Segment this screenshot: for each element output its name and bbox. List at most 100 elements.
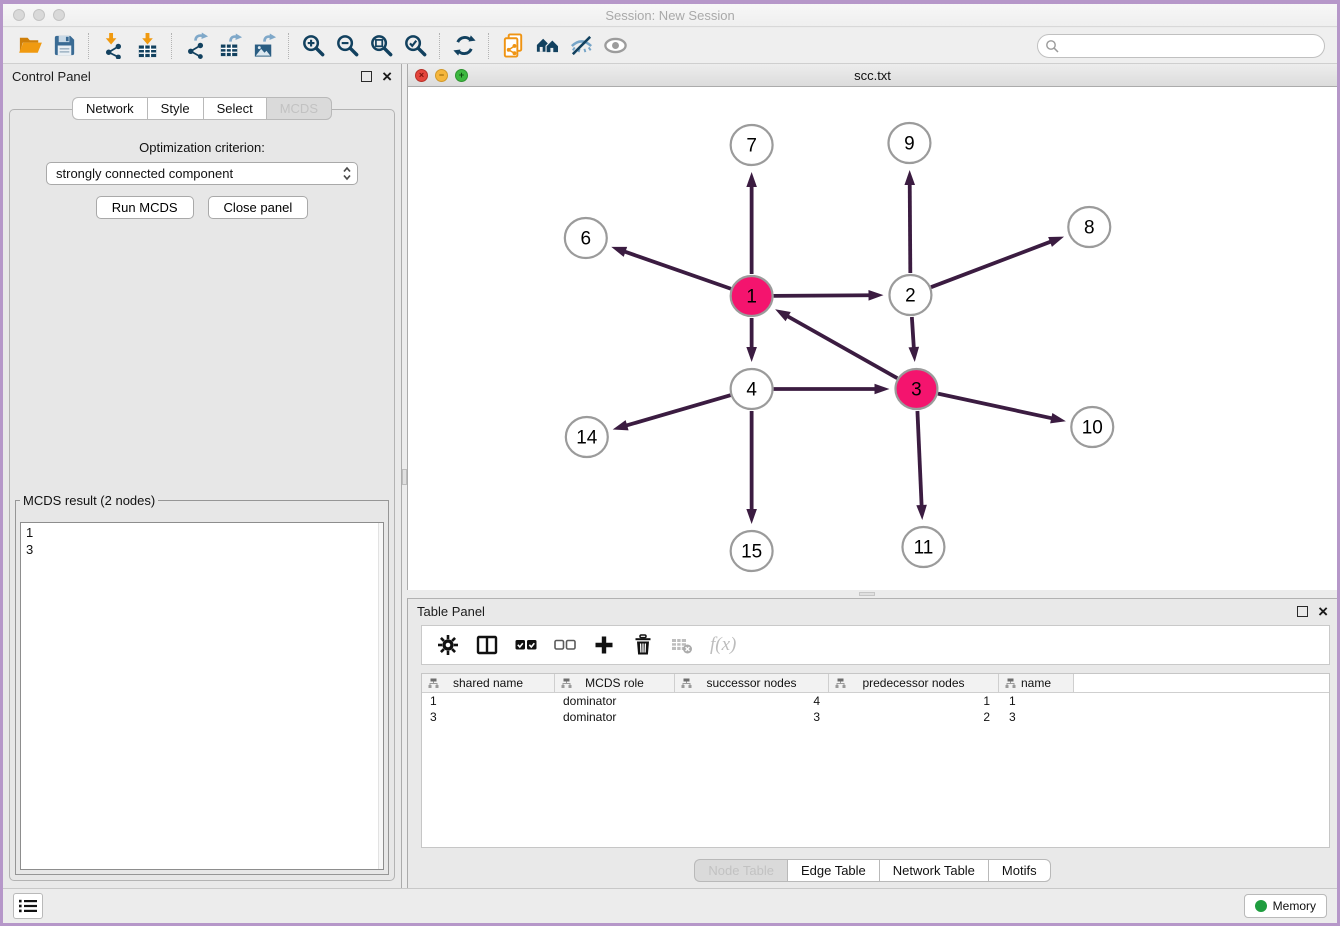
close-panel-icon[interactable]: × bbox=[382, 71, 392, 82]
new-network-from-selection-button[interactable] bbox=[496, 31, 530, 61]
cell-shared-name[interactable]: 3 bbox=[422, 709, 555, 725]
zoom-fit-button[interactable] bbox=[364, 31, 398, 61]
graph-node-2[interactable]: 2 bbox=[889, 275, 931, 315]
cell-MCDS-role[interactable]: dominator bbox=[555, 693, 675, 709]
float-panel-icon[interactable] bbox=[361, 71, 372, 82]
zoom-selected-icon bbox=[402, 32, 429, 59]
tab-mcds[interactable]: MCDS bbox=[266, 97, 332, 120]
first-neighbors-houses-icon bbox=[534, 32, 561, 59]
memory-status-icon bbox=[1255, 900, 1267, 912]
tab-network-table[interactable]: Network Table bbox=[879, 859, 988, 882]
import-table-button[interactable] bbox=[130, 31, 164, 61]
cell-MCDS-role[interactable]: dominator bbox=[555, 709, 675, 725]
cell-successor-nodes[interactable]: 3 bbox=[675, 709, 829, 725]
cell-predecessor-nodes[interactable]: 2 bbox=[829, 709, 999, 725]
graph-edge-2-8[interactable] bbox=[931, 237, 1064, 288]
graph-edge-3-1[interactable] bbox=[775, 309, 897, 378]
zoom-out-button[interactable] bbox=[330, 31, 364, 61]
cell-shared-name[interactable]: 1 bbox=[422, 693, 555, 709]
tab-select[interactable]: Select bbox=[203, 97, 266, 120]
export-table-button[interactable] bbox=[213, 31, 247, 61]
column-selector-button[interactable] bbox=[476, 634, 498, 656]
column-header-successor-nodes[interactable]: successor nodes bbox=[675, 674, 829, 692]
graph-node-14[interactable]: 14 bbox=[566, 417, 608, 457]
close-panel-icon[interactable]: × bbox=[1318, 606, 1328, 617]
column-header-shared-name[interactable]: shared name bbox=[422, 674, 555, 692]
tab-network[interactable]: Network bbox=[72, 97, 147, 120]
cell-name[interactable]: 1 bbox=[999, 693, 1074, 709]
result-scrollbar[interactable] bbox=[378, 523, 383, 869]
tab-edge-table[interactable]: Edge Table bbox=[787, 859, 879, 882]
graph-node-11[interactable]: 11 bbox=[902, 527, 944, 567]
cell-name[interactable]: 3 bbox=[999, 709, 1074, 725]
graph-edge-3-11[interactable] bbox=[916, 411, 927, 520]
memory-button[interactable]: Memory bbox=[1244, 894, 1327, 918]
graph-node-9[interactable]: 9 bbox=[888, 123, 930, 163]
add-row-button[interactable] bbox=[593, 634, 615, 656]
export-network-button[interactable] bbox=[179, 31, 213, 61]
graph-node-8[interactable]: 8 bbox=[1068, 207, 1110, 247]
column-header-MCDS-role[interactable]: MCDS role bbox=[555, 674, 675, 692]
table-row[interactable]: 1dominator411 bbox=[422, 693, 1329, 709]
cell-successor-nodes[interactable]: 4 bbox=[675, 693, 829, 709]
horizontal-split-divider[interactable] bbox=[407, 590, 1337, 598]
trash-icon bbox=[632, 634, 654, 656]
column-header-predecessor-nodes[interactable]: predecessor nodes bbox=[829, 674, 999, 692]
mcds-result-list[interactable]: 1 3 bbox=[20, 522, 384, 870]
refresh-button[interactable] bbox=[447, 31, 481, 61]
graph-canvas[interactable]: 7 9 6 8 1 2 4 3 14 10 15 11 bbox=[408, 87, 1337, 590]
network-canvas[interactable]: 7 9 6 8 1 2 4 3 14 10 15 11 bbox=[408, 87, 1337, 590]
status-bar: Memory bbox=[3, 888, 1337, 923]
open-session-button[interactable] bbox=[13, 31, 47, 61]
graph-node-4[interactable]: 4 bbox=[731, 369, 773, 409]
table-row[interactable]: 3dominator323 bbox=[422, 709, 1329, 725]
table-body: 1dominator4113dominator323 bbox=[422, 693, 1329, 725]
float-panel-icon[interactable] bbox=[1297, 606, 1308, 617]
search-field[interactable] bbox=[1037, 34, 1325, 58]
close-panel-button[interactable]: Close panel bbox=[208, 196, 309, 219]
graph-node-15[interactable]: 15 bbox=[731, 531, 773, 571]
zoom-in-button[interactable] bbox=[296, 31, 330, 61]
zoom-selected-button[interactable] bbox=[398, 31, 432, 61]
app-titlebar: Session: New Session bbox=[3, 4, 1337, 27]
graph-edge-1-2[interactable] bbox=[774, 290, 884, 301]
deselect-all-button[interactable] bbox=[554, 634, 576, 656]
graph-edge-3-10[interactable] bbox=[938, 394, 1066, 424]
node-table: shared nameMCDS rolesuccessor nodesprede… bbox=[421, 673, 1330, 848]
graph-edge-2-9[interactable] bbox=[904, 170, 915, 273]
graph-node-10[interactable]: 10 bbox=[1071, 407, 1113, 447]
show-all-button[interactable] bbox=[598, 31, 632, 61]
cell-predecessor-nodes[interactable]: 1 bbox=[829, 693, 999, 709]
task-history-button[interactable] bbox=[13, 893, 43, 919]
import-network-button[interactable] bbox=[96, 31, 130, 61]
tab-node-table[interactable]: Node Table bbox=[694, 859, 787, 882]
run-mcds-button[interactable]: Run MCDS bbox=[96, 196, 194, 219]
save-session-button[interactable] bbox=[47, 31, 81, 61]
search-input[interactable] bbox=[1064, 39, 1324, 53]
delete-row-button[interactable] bbox=[632, 634, 654, 656]
hide-selected-button[interactable] bbox=[564, 31, 598, 61]
graph-node-7[interactable]: 7 bbox=[731, 125, 773, 165]
tab-motifs[interactable]: Motifs bbox=[988, 859, 1051, 882]
graph-edge-4-3[interactable] bbox=[774, 384, 890, 395]
graph-node-3[interactable]: 3 bbox=[895, 369, 937, 409]
graph-edge-2-3[interactable] bbox=[908, 317, 919, 362]
select-all-button[interactable] bbox=[515, 634, 537, 656]
column-header-name[interactable]: name bbox=[999, 674, 1074, 692]
graph-node-1[interactable]: 1 bbox=[731, 276, 773, 316]
graph-edge-4-15[interactable] bbox=[746, 411, 757, 524]
first-neighbors-button[interactable] bbox=[530, 31, 564, 61]
table-panel-tabs: Node TableEdge TableNetwork TableMotifs bbox=[408, 859, 1337, 882]
table-settings-button[interactable] bbox=[437, 634, 459, 656]
criterion-dropdown[interactable]: strongly connected component bbox=[46, 162, 358, 185]
graph-edge-4-14[interactable] bbox=[613, 395, 731, 430]
apply-function-button[interactable]: f(x) bbox=[710, 634, 736, 656]
graph-edge-1-7[interactable] bbox=[746, 172, 757, 274]
delete-table-button[interactable] bbox=[671, 634, 693, 656]
split-grip[interactable] bbox=[859, 592, 875, 596]
graph-edge-1-6[interactable] bbox=[611, 247, 731, 289]
export-image-button[interactable] bbox=[247, 31, 281, 61]
graph-node-6[interactable]: 6 bbox=[565, 218, 607, 258]
tab-style[interactable]: Style bbox=[147, 97, 203, 120]
graph-edge-1-4[interactable] bbox=[746, 318, 757, 362]
